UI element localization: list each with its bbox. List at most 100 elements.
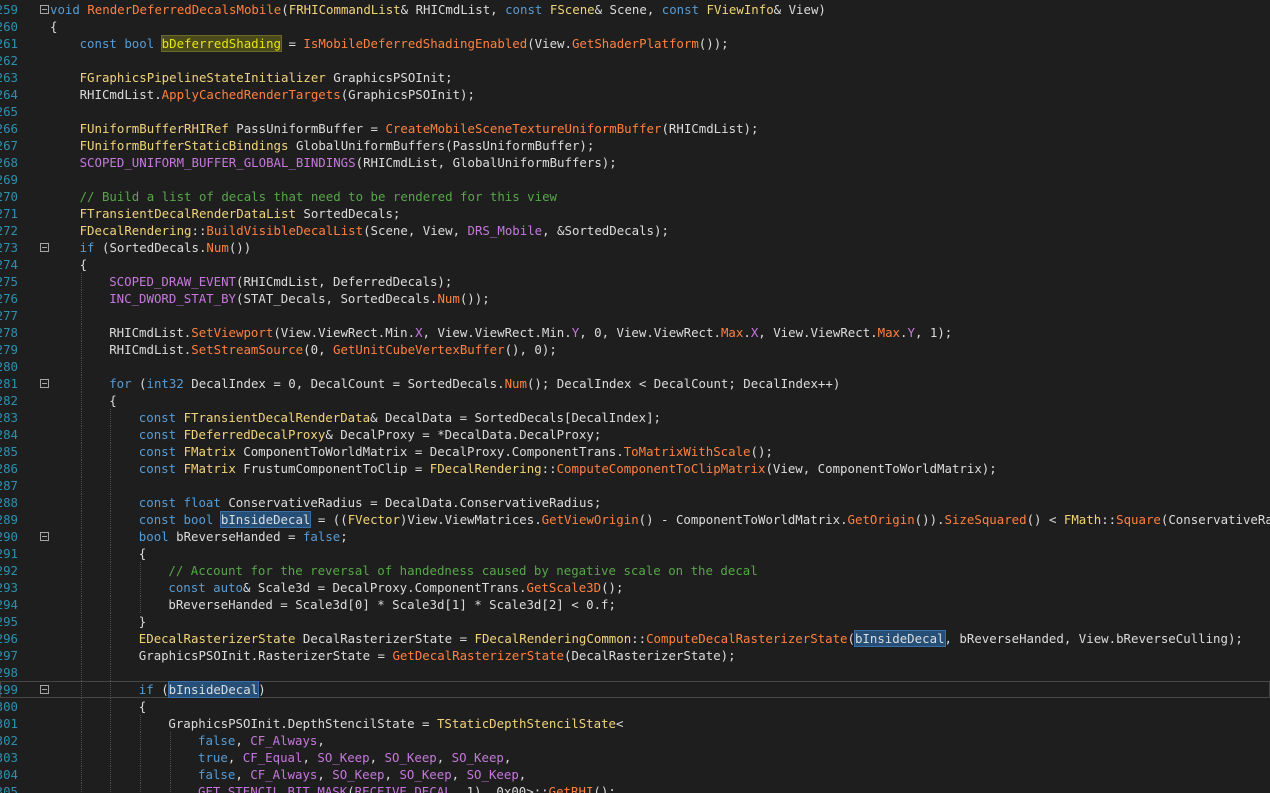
code-line[interactable]: 305 GET_STENCIL_BIT_MASK(RECEIVE_DECAL, 1… <box>0 783 1270 793</box>
code-text[interactable]: const FMatrix ComponentToWorldMatrix = D… <box>139 443 773 460</box>
code-text[interactable]: { <box>80 256 87 273</box>
code-text[interactable]: // Build a list of decals that need to b… <box>80 188 557 205</box>
code-text[interactable]: const bool bInsideDecal = ((FVector)View… <box>139 511 1270 528</box>
code-text[interactable]: FDecalRendering::BuildVisibleDecalList(S… <box>80 222 669 239</box>
collapse-toggle-icon[interactable] <box>40 685 49 694</box>
code-line[interactable]: 292 // Account for the reversal of handed… <box>0 562 1270 579</box>
code-line[interactable]: 285 const FMatrix ComponentToWorldMatrix … <box>0 443 1270 460</box>
code-text[interactable]: const FMatrix FrustumComponentToClip = F… <box>139 460 997 477</box>
code-line[interactable]: 277 <box>0 307 1270 324</box>
code-text[interactable]: for (int32 DecalIndex = 0, DecalCount = … <box>109 375 840 392</box>
code-line[interactable]: 271 FTransientDecalRenderDataList SortedD… <box>0 205 1270 222</box>
code-text[interactable]: GraphicsPSOInit.DepthStencilState = TSta… <box>168 715 623 732</box>
indent-guide <box>110 545 112 562</box>
code-line[interactable]: 272 FDecalRendering::BuildVisibleDecalLis… <box>0 222 1270 239</box>
code-text[interactable]: bReverseHanded = Scale3d[0] * Scale3d[1]… <box>168 596 616 613</box>
code-text[interactable]: SCOPED_DRAW_EVENT(RHICmdList, DeferredDe… <box>109 273 452 290</box>
code-text[interactable]: const auto& Scale3d = DecalProxy.Compone… <box>168 579 623 596</box>
code-text[interactable]: // Account for the reversal of handednes… <box>168 562 757 579</box>
line-number: 278 <box>0 325 18 340</box>
code-line[interactable]: 302 false, CF_Always, <box>0 732 1270 749</box>
code-line[interactable]: 278 RHICmdList.SetViewport(View.ViewRect.… <box>0 324 1270 341</box>
code-line[interactable]: 288 const float ConservativeRadius = Deca… <box>0 494 1270 511</box>
indent-guide <box>140 715 141 732</box>
code-text[interactable]: if (SortedDecals.Num()) <box>80 239 252 256</box>
code-line[interactable]: 259 void RenderDeferredDecalsMobile(FRHIC… <box>0 1 1270 18</box>
indent-guide <box>80 732 82 749</box>
code-line[interactable]: 276 INC_DWORD_STAT_BY(STAT_Decals, Sorted… <box>0 290 1270 307</box>
code-text[interactable]: { <box>139 698 146 715</box>
code-text[interactable]: bool bReverseHanded = false; <box>139 528 348 545</box>
code-line[interactable]: 287 <box>0 477 1270 494</box>
collapse-toggle-icon[interactable] <box>40 243 49 252</box>
collapse-toggle-icon[interactable] <box>40 5 49 14</box>
code-line[interactable]: 268 SCOPED_UNIFORM_BUFFER_GLOBAL_BINDINGS… <box>0 154 1270 171</box>
code-line[interactable]: 266 FUniformBufferRHIRef PassUniformBuffe… <box>0 120 1270 137</box>
code-line[interactable]: 264 RHICmdList.ApplyCachedRenderTargets(G… <box>0 86 1270 103</box>
code-text[interactable]: GET_STENCIL_BIT_MASK(RECEIVE_DECAL, 1), … <box>198 783 616 793</box>
code-text[interactable]: const bool bDeferredShading = IsMobileDe… <box>80 35 729 52</box>
code-text[interactable]: const FTransientDecalRenderData& DecalDa… <box>139 409 661 426</box>
code-text[interactable]: const float ConservativeRadius = DecalDa… <box>139 494 602 511</box>
code-line[interactable]: 299 if (bInsideDecal) <box>0 681 1270 698</box>
code-line[interactable]: 273 if (SortedDecals.Num()) <box>0 239 1270 256</box>
code-line[interactable]: 281 for (int32 DecalIndex = 0, DecalCount… <box>0 375 1270 392</box>
code-line[interactable]: 291 { <box>0 545 1270 562</box>
code-line[interactable]: 289 const bool bInsideDecal = ((FVector)V… <box>0 511 1270 528</box>
code-line[interactable]: 290 bool bReverseHanded = false; <box>0 528 1270 545</box>
code-text[interactable]: if (bInsideDecal) <box>139 681 266 698</box>
code-line[interactable]: 279 RHICmdList.SetStreamSource(0, GetUnit… <box>0 341 1270 358</box>
code-text[interactable]: FUniformBufferStaticBindings GlobalUnifo… <box>80 137 595 154</box>
code-line[interactable]: 300 { <box>0 698 1270 715</box>
code-line[interactable]: 280 <box>0 358 1270 375</box>
collapse-toggle-icon[interactable] <box>40 532 49 541</box>
code-token: FDecalRendering <box>429 461 542 476</box>
code-line[interactable]: 282 { <box>0 392 1270 409</box>
code-line[interactable]: 274 { <box>0 256 1270 273</box>
code-line[interactable]: 295} <box>0 613 1270 630</box>
code-text[interactable]: { <box>109 392 116 409</box>
code-line[interactable]: 269 <box>0 171 1270 188</box>
code-text[interactable]: const FDeferredDecalProxy& DecalProxy = … <box>139 426 602 443</box>
code-text[interactable]: false, CF_Always, SO_Keep, SO_Keep, SO_K… <box>198 766 526 783</box>
code-line[interactable]: 263 FGraphicsPipelineStateInitializer Gra… <box>0 69 1270 86</box>
code-text[interactable]: SCOPED_UNIFORM_BUFFER_GLOBAL_BINDINGS(RH… <box>80 154 617 171</box>
code-line[interactable]: 260 { <box>0 18 1270 35</box>
code-text[interactable]: void RenderDeferredDecalsMobile(FRHIComm… <box>50 1 826 18</box>
code-line[interactable]: 294 bReverseHanded = Scale3d[0] * Scale3d… <box>0 596 1270 613</box>
code-text[interactable]: FGraphicsPipelineStateInitializer Graphi… <box>80 69 453 86</box>
code-line[interactable]: 296 EDecalRasterizerState DecalRasterizer… <box>0 630 1270 647</box>
code-line[interactable]: 298 <box>0 664 1270 681</box>
code-text[interactable]: RHICmdList.SetViewport(View.ViewRect.Min… <box>109 324 952 341</box>
code-line[interactable]: 293 const auto& Scale3d = DecalProxy.Comp… <box>0 579 1270 596</box>
code-text[interactable]: GraphicsPSOInit.RasterizerState = GetDec… <box>139 647 736 664</box>
code-line[interactable]: 297 GraphicsPSOInit.RasterizerState = Get… <box>0 647 1270 664</box>
code-text[interactable]: true, CF_Equal, SO_Keep, SO_Keep, SO_Kee… <box>198 749 511 766</box>
code-line[interactable]: 286 const FMatrix FrustumComponentToClip … <box>0 460 1270 477</box>
code-text[interactable]: } <box>139 613 146 630</box>
code-editor[interactable]: 259void RenderDeferredDecalsMobile(FRHIC… <box>0 0 1270 793</box>
code-text[interactable]: FTransientDecalRenderDataList SortedDeca… <box>80 205 401 222</box>
code-text[interactable]: { <box>139 545 146 562</box>
code-line[interactable]: 283 const FTransientDecalRenderData& Deca… <box>0 409 1270 426</box>
code-text[interactable]: RHICmdList.SetStreamSource(0, GetUnitCub… <box>109 341 557 358</box>
code-text[interactable]: RHICmdList.ApplyCachedRenderTargets(Grap… <box>80 86 475 103</box>
code-text[interactable]: INC_DWORD_STAT_BY(STAT_Decals, SortedDec… <box>109 290 489 307</box>
code-line[interactable]: 304 false, CF_Always, SO_Keep, SO_Keep, S… <box>0 766 1270 783</box>
code-line[interactable]: 275 SCOPED_DRAW_EVENT(RHICmdList, Deferre… <box>0 273 1270 290</box>
code-line[interactable]: 303 true, CF_Equal, SO_Keep, SO_Keep, SO_… <box>0 749 1270 766</box>
code-text[interactable]: EDecalRasterizerState DecalRasterizerSta… <box>139 630 1243 647</box>
code-text[interactable]: { <box>50 18 57 35</box>
code-line[interactable]: 301 GraphicsPSOInit.DepthStencilState = T… <box>0 715 1270 732</box>
code-line[interactable]: 270 // Build a list of decals that need t… <box>0 188 1270 205</box>
code-line[interactable]: 284 const FDeferredDecalProxy& DecalProxy… <box>0 426 1270 443</box>
code-line[interactable]: 265 <box>0 103 1270 120</box>
code-text[interactable]: false, CF_Always, <box>198 732 325 749</box>
code-token: ToMatrixWithScale <box>623 444 751 459</box>
line-number: 277 <box>0 308 18 323</box>
code-text[interactable]: FUniformBufferRHIRef PassUniformBuffer =… <box>80 120 759 137</box>
collapse-toggle-icon[interactable] <box>40 379 49 388</box>
code-line[interactable]: 267 FUniformBufferStaticBindings GlobalUn… <box>0 137 1270 154</box>
code-line[interactable]: 261 const bool bDeferredShading = IsMobil… <box>0 35 1270 52</box>
code-line[interactable]: 262 <box>0 52 1270 69</box>
